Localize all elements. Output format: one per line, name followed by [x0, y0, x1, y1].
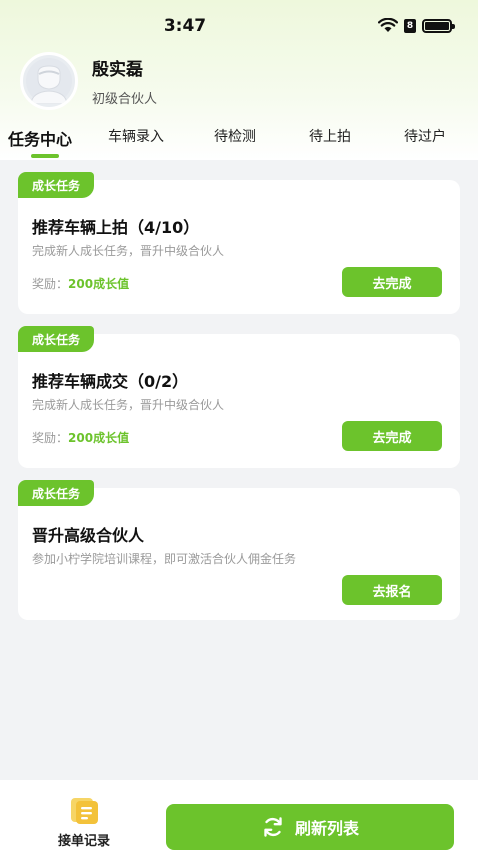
tab-pending-transfer[interactable]: 待过户 — [404, 126, 446, 146]
task-tag: 成长任务 — [18, 172, 95, 198]
task-description: 完成新人成长任务，晋升中级合伙人 — [32, 244, 225, 258]
refresh-icon — [264, 817, 282, 837]
task-reward: 奖励：200成长值 — [32, 429, 129, 446]
battery-icon — [422, 18, 455, 33]
task-card: 成长任务 推荐车辆上拍（4/10） 完成新人成长任务，晋升中级合伙人 奖励：20… — [18, 172, 460, 314]
task-description: 完成新人成长任务，晋升中级合伙人 — [32, 398, 225, 412]
tab-pending-auction[interactable]: 待上拍 — [309, 126, 351, 146]
task-title: 晋升高级合伙人 — [32, 526, 145, 545]
tab-task-center[interactable]: 任务中心 — [8, 126, 72, 150]
tab-vehicle-entry[interactable]: 车辆录入 — [108, 126, 164, 146]
complete-task-button[interactable]: 去完成 — [342, 267, 442, 297]
status-icons: 8 — [378, 18, 455, 33]
task-reward: 奖励：200成长值 — [32, 275, 129, 292]
task-title: 推荐车辆成交（0/2） — [32, 372, 189, 391]
status-time: 3:47 — [163, 16, 207, 36]
tab-bar: 任务中心 车辆录入 待检测 待上拍 待过户 — [0, 118, 478, 160]
refresh-label: 刷新列表 — [294, 819, 359, 838]
task-tag: 成长任务 — [18, 326, 95, 352]
wifi-icon — [378, 18, 398, 32]
enroll-button[interactable]: 去报名 — [342, 575, 442, 605]
task-card: 成长任务 晋升高级合伙人 参加小柠学院培训课程，即可激活合伙人佣金任务 去报名 — [18, 480, 460, 620]
reward-label: 奖励： — [32, 431, 69, 445]
records-icon — [71, 798, 98, 824]
order-records-button[interactable]: 接单记录 — [44, 796, 124, 849]
task-tag: 成长任务 — [18, 480, 95, 506]
reward-label: 奖励： — [32, 277, 69, 291]
complete-task-button[interactable]: 去完成 — [342, 421, 442, 451]
status-bar: 3:47 8 — [0, 0, 478, 56]
refresh-list-button[interactable]: 刷新列表 — [166, 804, 454, 850]
records-label: 接单记录 — [57, 834, 110, 849]
avatar-icon — [26, 58, 72, 104]
user-name: 殷实磊 — [92, 60, 143, 80]
tab-pending-inspection[interactable]: 待检测 — [214, 126, 256, 146]
active-tab-indicator — [31, 154, 59, 158]
orientation-lock-icon: 8 — [404, 18, 416, 33]
reward-value: 200成长值 — [68, 431, 130, 445]
task-title: 推荐车辆上拍（4/10） — [32, 218, 200, 237]
user-profile[interactable]: 殷实磊 初级合伙人 — [20, 52, 157, 110]
task-card: 成长任务 推荐车辆成交（0/2） 完成新人成长任务，晋升中级合伙人 奖励：200… — [18, 326, 460, 468]
avatar[interactable] — [20, 52, 78, 110]
reward-value: 200成长值 — [68, 277, 130, 291]
task-description: 参加小柠学院培训课程，即可激活合伙人佣金任务 — [32, 552, 297, 566]
bottom-bar: 接单记录 刷新列表 — [0, 780, 478, 850]
user-role: 初级合伙人 — [92, 92, 158, 107]
